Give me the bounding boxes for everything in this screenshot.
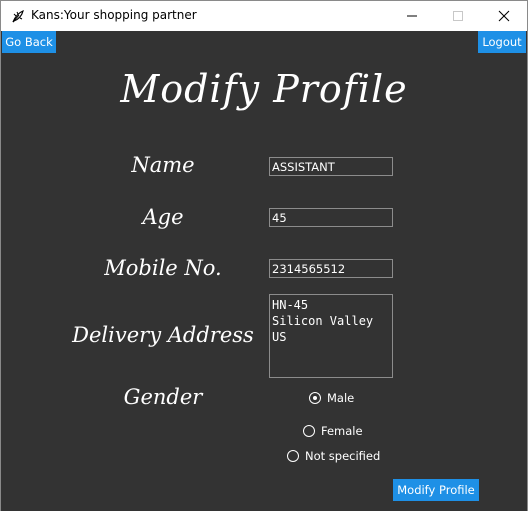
gender-radio-male[interactable]: Male: [309, 391, 354, 405]
logout-button[interactable]: Logout: [478, 31, 526, 53]
mobile-label: Mobile No.: [104, 256, 222, 280]
name-label: Name: [131, 153, 195, 177]
gender-radio-female[interactable]: Female: [303, 424, 363, 438]
page-title: Modify Profile: [120, 67, 408, 111]
radio-unselected-icon: [287, 450, 299, 462]
maximize-button[interactable]: [435, 1, 481, 31]
minimize-button[interactable]: [389, 1, 435, 31]
gender-option-label: Female: [321, 424, 363, 438]
age-field[interactable]: 45: [269, 208, 393, 227]
window-title: Kans:Your shopping partner: [31, 8, 197, 22]
gender-option-label: Not specified: [305, 449, 381, 463]
delivery-address-field[interactable]: HN-45 Silicon Valley US: [269, 294, 393, 378]
radio-unselected-icon: [303, 425, 315, 437]
profile-form-panel: Go Back Logout Modify Profile Name ASSIS…: [1, 31, 527, 511]
app-window: Kans:Your shopping partner Go Back Logou…: [0, 0, 528, 511]
close-icon: [498, 10, 510, 22]
maximize-icon: [453, 11, 463, 21]
mobile-field[interactable]: 2314565512: [269, 259, 393, 278]
go-back-button[interactable]: Go Back: [2, 31, 56, 53]
modify-profile-button[interactable]: Modify Profile: [393, 479, 479, 501]
gender-label: Gender: [123, 385, 203, 409]
gender-option-label: Male: [327, 391, 355, 405]
age-label: Age: [142, 205, 184, 229]
close-button[interactable]: [481, 1, 527, 31]
delivery-address-label: Delivery Address: [72, 323, 254, 347]
minimize-icon: [407, 15, 417, 17]
feather-app-icon: [10, 9, 26, 24]
radio-selected-icon: [309, 392, 321, 404]
title-bar: Kans:Your shopping partner: [1, 1, 527, 31]
name-field[interactable]: ASSISTANT: [269, 157, 393, 176]
gender-radio-not-specified[interactable]: Not specified: [287, 449, 380, 463]
